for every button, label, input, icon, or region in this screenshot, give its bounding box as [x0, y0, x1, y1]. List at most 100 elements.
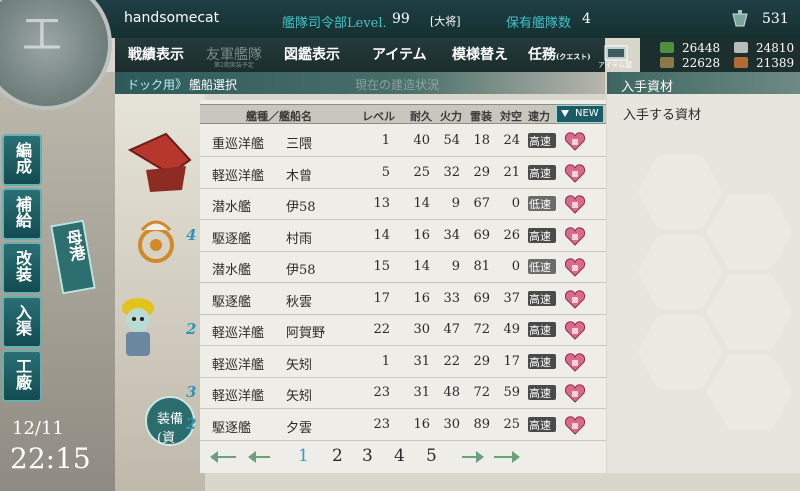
- lock-heart-icon[interactable]: [564, 320, 586, 340]
- ship-torpedo: 29: [473, 164, 490, 180]
- ship-type: 駆逐艦: [212, 420, 252, 436]
- table-row[interactable]: 2 軽巡洋艦 阿賀野 22 30 47 72 49 高速: [186, 314, 606, 346]
- ship-torpedo: 69: [473, 290, 490, 306]
- column-header-level[interactable]: レベル: [362, 108, 395, 124]
- ship-type: 潜水艦: [212, 200, 252, 215]
- sidebar-item-supply[interactable]: 補給: [2, 188, 42, 240]
- lock-heart-icon[interactable]: [564, 415, 586, 435]
- bauxite-value: 21389: [756, 56, 795, 70]
- fleet-number-badge: 3: [182, 383, 202, 403]
- sort-new-button[interactable]: NEW: [556, 105, 604, 123]
- ship-hp: 16: [413, 227, 430, 243]
- ship-name: 阿賀野: [286, 326, 326, 341]
- prev-page-icon[interactable]: [244, 450, 274, 464]
- lock-heart-icon[interactable]: [564, 131, 586, 151]
- sidebar-item-label: 補給: [13, 196, 32, 228]
- ship-name: 矢矧: [286, 357, 313, 373]
- ship-hp: 40: [413, 133, 430, 148]
- ship-hp: 31: [413, 353, 430, 369]
- last-page-icon[interactable]: [492, 450, 522, 464]
- ship-speed-badge: 低速: [528, 259, 556, 274]
- menu-items[interactable]: アイテム: [372, 44, 427, 64]
- ship-aa: 21: [503, 164, 520, 180]
- lock-heart-icon[interactable]: [564, 383, 586, 403]
- ship-torpedo: 89: [473, 416, 490, 432]
- ship-type: 軽巡洋艦: [212, 326, 265, 341]
- ship-level: 13: [373, 196, 390, 211]
- hex-decoration: [637, 314, 723, 390]
- table-row[interactable]: 2 駆逐艦 夕雲 23 16 30 89 25 高速: [186, 409, 606, 441]
- sidebar-item-repair[interactable]: 入渠: [2, 296, 42, 348]
- breadcrumb-dock[interactable]: ドック用: [127, 76, 175, 93]
- page-1[interactable]: 1: [298, 446, 309, 466]
- current-build-status-label: 現在の建造状況: [355, 78, 440, 92]
- lock-heart-icon[interactable]: [564, 226, 586, 246]
- ships-count-label: 保有艦隊数: [506, 16, 572, 31]
- sidebar-item-organize[interactable]: 編成: [2, 134, 42, 186]
- table-row[interactable]: 軽巡洋艦 木曾 5 25 32 29 21 高速: [200, 157, 606, 189]
- ship-level: 22: [373, 322, 390, 337]
- fleet-number: 2: [186, 320, 197, 338]
- menu-encyclopedia[interactable]: 図鑑表示: [284, 44, 340, 64]
- fleet-number: 4: [186, 225, 197, 244]
- menu-quests[interactable]: 任務(クエスト): [528, 44, 591, 64]
- ship-aa: 59: [503, 385, 520, 400]
- lock-heart-icon[interactable]: [564, 257, 586, 277]
- ship-type: 軽巡洋艦: [212, 168, 265, 184]
- ship-level: 5: [381, 164, 390, 180]
- crest-glyph: 工: [22, 12, 62, 58]
- ship-speed-badge: 高速: [528, 133, 556, 148]
- page-5[interactable]: 5: [426, 446, 437, 466]
- sidebar-item-arsenal[interactable]: 工廠: [2, 350, 42, 402]
- ship-type: 駆逐艦: [212, 294, 252, 310]
- ship-level: 15: [373, 259, 390, 274]
- table-row[interactable]: 4 駆逐艦 村雨 14 16 34 69 26 高速: [186, 220, 606, 252]
- ship-name: 伊58: [286, 200, 316, 215]
- lock-heart-icon[interactable]: [564, 352, 586, 372]
- hq-level-label: 艦隊司令部Level.: [282, 16, 387, 31]
- lock-heart-icon[interactable]: [564, 163, 586, 183]
- ship-speed-badge: 高速: [528, 353, 556, 369]
- ship-level: 23: [373, 385, 390, 400]
- page-4[interactable]: 4: [394, 446, 405, 466]
- fleet-number-badge: 2: [182, 320, 202, 340]
- ship-firepower: 47: [443, 322, 460, 337]
- bauxite-icon: [734, 57, 748, 68]
- page-3[interactable]: 3: [362, 446, 373, 466]
- ship-firepower: 34: [443, 227, 460, 243]
- acquired-materials-title: 入手資材: [621, 80, 674, 95]
- ship-aa: 26: [503, 227, 520, 243]
- ship-torpedo: 29: [473, 353, 490, 369]
- hex-decoration: [707, 194, 793, 270]
- sidebar-item-remodel[interactable]: 改装: [2, 242, 42, 294]
- table-row[interactable]: 3 軽巡洋艦 矢矧 23 31 48 72 59 高速: [186, 377, 606, 409]
- ship-aa: 0: [511, 196, 520, 211]
- top-status-bar: handsomecat 艦隊司令部Level. 99 [大将] 保有艦隊数 4 …: [0, 0, 800, 38]
- table-row[interactable]: 潜水艦 伊58 13 14 9 67 0 低速: [200, 188, 606, 220]
- ship-torpedo: 69: [473, 227, 490, 243]
- next-page-icon[interactable]: [458, 450, 488, 464]
- menu-furniture[interactable]: 模様替え: [452, 44, 508, 64]
- ship-name: 夕雲: [286, 420, 313, 436]
- lock-heart-icon[interactable]: [564, 289, 586, 309]
- table-row[interactable]: 軽巡洋艦 矢矧 1 31 22 29 17 高速: [200, 346, 606, 378]
- lock-heart-icon[interactable]: [564, 194, 586, 214]
- first-page-icon[interactable]: [208, 450, 238, 464]
- table-row[interactable]: 重巡洋艦 三隈 1 40 54 18 24 高速: [200, 125, 606, 157]
- game-screen: handsomecat 艦隊司令部Level. 99 [大将] 保有艦隊数 4 …: [0, 0, 800, 491]
- ship-aa: 37: [503, 290, 520, 306]
- ship-firepower: 9: [451, 196, 460, 211]
- menu-quests-sub: (クエスト): [556, 52, 591, 61]
- table-row[interactable]: 駆逐艦 秋雲 17 16 33 69 37 高速: [200, 283, 606, 315]
- admiral-name: handsomecat: [124, 10, 220, 26]
- table-row[interactable]: 潜水艦 伊58 15 14 9 81 0 低速: [200, 251, 606, 283]
- page-2[interactable]: 2: [332, 446, 343, 466]
- breadcrumb-separator: 》: [175, 77, 188, 91]
- column-header-aa: 対空: [500, 110, 522, 123]
- menu-battle-record[interactable]: 戦績表示: [128, 44, 184, 64]
- clock-date: 12/11: [12, 418, 64, 439]
- column-header-firepower: 火力: [440, 110, 462, 123]
- menu-friend-fleet-note: 第2期実装予定: [214, 62, 254, 69]
- column-header-ship[interactable]: 艦種／艦船名: [246, 108, 312, 124]
- ship-type: 軽巡洋艦: [212, 357, 265, 373]
